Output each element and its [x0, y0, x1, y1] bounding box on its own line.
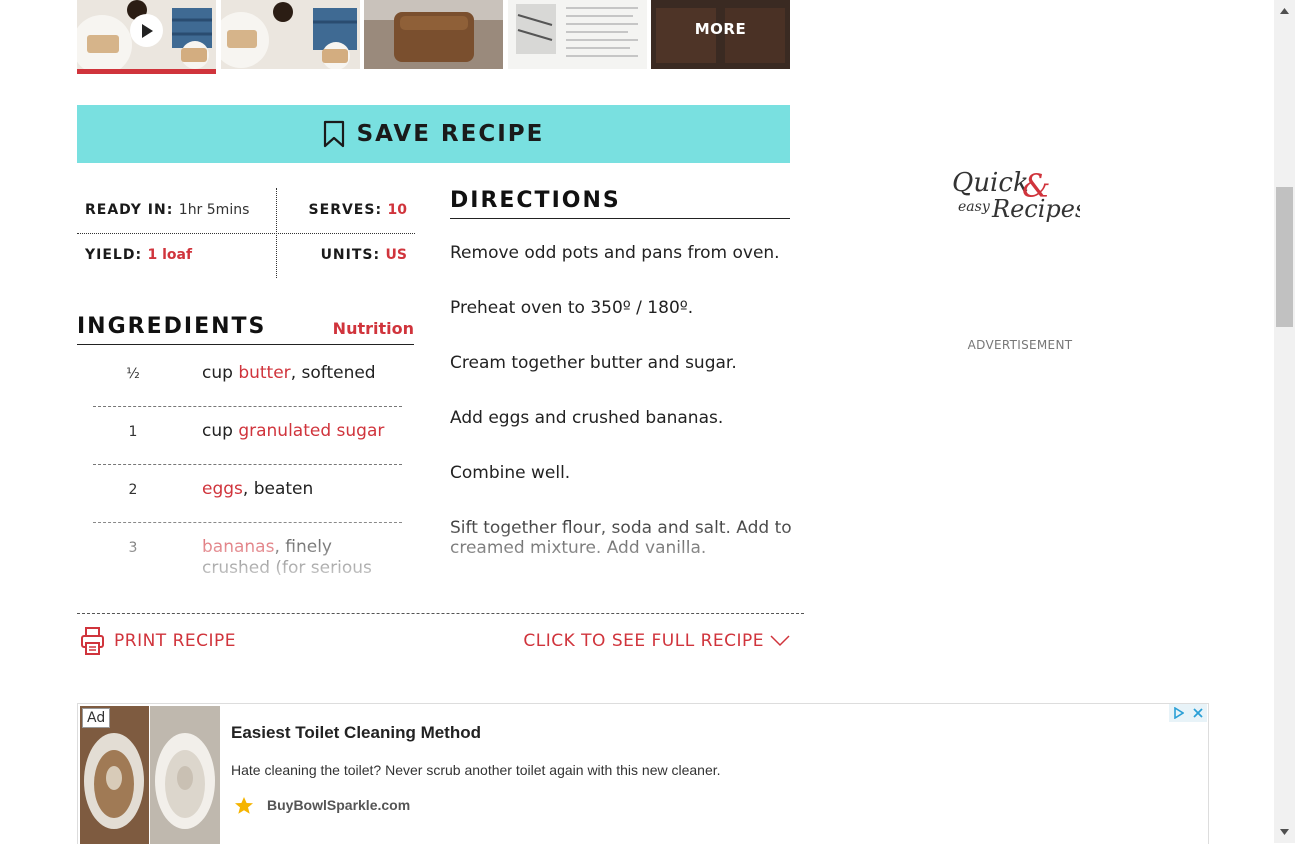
- direction-step: Add eggs and crushed bananas.: [450, 408, 724, 428]
- close-ad-icon[interactable]: [1188, 704, 1207, 722]
- ad-title[interactable]: Easiest Toilet Cleaning Method: [231, 723, 481, 743]
- chevron-down-icon: [770, 635, 790, 647]
- ready-in-label: READY IN:: [85, 202, 174, 218]
- svg-text:Recipes: Recipes: [991, 195, 1080, 223]
- video-thumbnail[interactable]: [77, 0, 216, 69]
- direction-step: Sift together flour, soda and salt. Add …: [450, 518, 792, 558]
- meta-divider: [77, 233, 415, 234]
- ad-badge: Ad: [82, 708, 111, 728]
- serves-label: SERVES:: [308, 202, 383, 218]
- ingredient-unit: cup: [202, 363, 239, 383]
- recipe-card-photo: [508, 0, 647, 69]
- adchoices-icon[interactable]: [1169, 704, 1188, 722]
- active-thumbnail-indicator: [77, 69, 216, 74]
- direction-step: Remove odd pots and pans from oven.: [450, 243, 780, 263]
- photo-thumbnail[interactable]: [221, 0, 360, 69]
- units[interactable]: UNITS: US: [321, 247, 407, 263]
- photo-thumbnail[interactable]: [508, 0, 647, 69]
- ingredient-link[interactable]: granulated sugar: [238, 421, 384, 441]
- save-recipe-button[interactable]: SAVE RECIPE: [77, 105, 790, 163]
- directions-title: DIRECTIONS: [450, 188, 621, 213]
- scroll-down-arrow[interactable]: [1274, 821, 1295, 843]
- ad-description[interactable]: Hate cleaning the toilet? Never scrub an…: [231, 762, 721, 778]
- quick-easy-recipes-logo: Quick & easy Recipes: [948, 163, 1087, 229]
- units-label: UNITS:: [320, 247, 381, 263]
- ingredient-text: cup butter, softened: [202, 363, 402, 384]
- ingredient-row: 1 cup granulated sugar: [93, 407, 402, 465]
- ingredient-row: 2 eggs, beaten: [93, 465, 402, 523]
- ingredient-note: , beaten: [242, 479, 314, 499]
- more-label: MORE: [694, 20, 747, 38]
- ingredient-quantity: 1: [128, 424, 138, 440]
- printer-icon: [81, 627, 104, 655]
- scroll-up-arrow[interactable]: [1274, 0, 1295, 22]
- photo-thumbnail[interactable]: [364, 0, 503, 69]
- triangle-down-icon: [1280, 829, 1289, 835]
- loaf-slices-photo: [221, 0, 360, 69]
- recipe-photo-gallery: MORE: [77, 0, 790, 74]
- serves[interactable]: SERVES: 10: [309, 202, 407, 218]
- play-button[interactable]: [130, 14, 163, 47]
- scrollbar-thumb[interactable]: [1276, 187, 1293, 327]
- ad-domain[interactable]: BuyBowlSparkle.com: [267, 797, 410, 813]
- see-full-recipe-label: CLICK TO SEE FULL RECIPE: [523, 631, 764, 651]
- yield-label: YIELD:: [85, 247, 143, 263]
- baked-loaf-photo: [364, 0, 503, 69]
- print-recipe-button[interactable]: PRINT RECIPE: [80, 626, 236, 656]
- ingredient-text: eggs, beaten: [202, 479, 402, 500]
- toilet-after-image: [150, 706, 220, 844]
- more-thumbnail[interactable]: MORE: [651, 0, 790, 69]
- ingredients-header: INGREDIENTS Nutrition: [77, 314, 414, 345]
- nutrition-link[interactable]: Nutrition: [333, 319, 414, 338]
- ready-in-value: 1hr 5mins: [178, 202, 250, 218]
- svg-text:Quick: Quick: [952, 168, 1029, 198]
- play-icon: [141, 23, 153, 38]
- ingredient-quantity: ½: [126, 366, 140, 382]
- ingredient-quantity: 2: [128, 482, 138, 498]
- advertisement-label: ADVERTISEMENT: [967, 338, 1073, 352]
- print-recipe-label: PRINT RECIPE: [114, 631, 237, 651]
- site-logo: Quick & easy Recipes: [952, 167, 1087, 223]
- star-icon: [235, 797, 253, 814]
- yield[interactable]: YIELD: 1 loaf: [85, 247, 192, 263]
- see-full-recipe-button[interactable]: CLICK TO SEE FULL RECIPE: [523, 631, 790, 651]
- ad-choices[interactable]: [1169, 704, 1207, 722]
- ingredient-row: 3 bananas, finely crushed (for serious: [93, 523, 402, 579]
- ingredient-quantity: 3: [128, 540, 138, 556]
- directions-list: Remove odd pots and pans from oven. Preh…: [450, 243, 795, 563]
- direction-step: Cream together butter and sugar.: [450, 353, 737, 373]
- serves-value[interactable]: 10: [388, 202, 407, 218]
- recipe-meta: READY IN: 1hr 5mins SERVES: 10 YIELD: 1 …: [77, 188, 415, 278]
- page-scrollbar[interactable]: [1274, 0, 1295, 843]
- ingredient-text: cup granulated sugar: [202, 421, 402, 442]
- triangle-up-icon: [1280, 8, 1289, 14]
- units-value[interactable]: US: [386, 247, 407, 263]
- ingredient-row: ½ cup butter, softened: [93, 349, 402, 407]
- ingredient-link[interactable]: butter: [238, 363, 290, 383]
- bookmark-icon: [323, 120, 344, 148]
- ingredients-list: ½ cup butter, softened 1 cup granulated …: [93, 349, 402, 579]
- ingredient-text: bananas, finely crushed (for serious: [202, 537, 402, 579]
- ingredient-link[interactable]: eggs: [202, 479, 243, 499]
- ingredient-note: , softened: [290, 363, 376, 383]
- ingredient-link[interactable]: bananas: [202, 537, 274, 557]
- directions-header: DIRECTIONS: [450, 188, 790, 219]
- yield-value[interactable]: 1 loaf: [148, 247, 193, 263]
- ready-in: READY IN: 1hr 5mins: [85, 202, 249, 218]
- ad-banner[interactable]: Ad Easiest Toilet Cleaning Method Hate c…: [77, 703, 1209, 844]
- direction-step: Combine well.: [450, 463, 571, 483]
- ingredient-unit: cup: [202, 421, 239, 441]
- direction-step: Preheat oven to 350º / 180º.: [450, 298, 694, 318]
- svg-text:easy: easy: [958, 199, 991, 215]
- ingredients-title: INGREDIENTS: [77, 314, 267, 339]
- ad-image-clean-toilet[interactable]: [150, 706, 220, 844]
- save-recipe-label: SAVE RECIPE: [356, 121, 545, 147]
- section-divider: [77, 613, 804, 614]
